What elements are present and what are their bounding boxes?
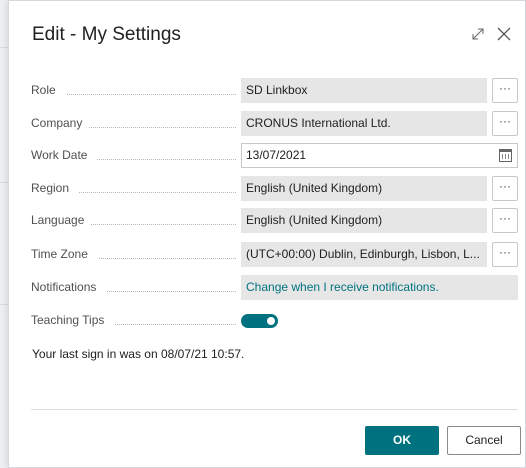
- footer-divider: [31, 409, 518, 410]
- toggle-knob: [267, 317, 275, 325]
- notifications-link[interactable]: Change when I receive notifications.: [241, 275, 518, 300]
- teaching-tips-leader: [115, 324, 236, 325]
- teaching-tips-row: Teaching Tips: [31, 308, 519, 333]
- work-date-row: Work Date 13/07/2021: [31, 143, 519, 168]
- last-sign-in-text: Your last sign in was on 08/07/21 10:57.: [32, 347, 245, 361]
- teaching-tips-toggle[interactable]: [241, 314, 278, 328]
- region-row: Region English (United Kingdom) ···: [31, 176, 519, 201]
- role-row: Role SD Linkbox ···: [31, 78, 519, 103]
- language-label: Language: [31, 213, 85, 227]
- region-field[interactable]: English (United Kingdom): [241, 176, 487, 201]
- region-leader: [79, 192, 236, 193]
- expand-icon[interactable]: [469, 25, 487, 43]
- company-row: Company CRONUS International Ltd. ···: [31, 111, 519, 136]
- language-field[interactable]: English (United Kingdom): [241, 208, 487, 233]
- language-row: Language English (United Kingdom) ···: [31, 208, 519, 233]
- region-more-button[interactable]: ···: [492, 176, 518, 201]
- teaching-tips-label: Teaching Tips: [31, 313, 105, 327]
- region-label: Region: [31, 181, 70, 195]
- time-zone-more-button[interactable]: ···: [492, 242, 518, 267]
- language-leader: [91, 224, 236, 225]
- company-leader: [89, 127, 236, 128]
- notifications-leader: [107, 291, 236, 292]
- role-more-button[interactable]: ···: [492, 78, 518, 103]
- time-zone-label: Time Zone: [31, 247, 88, 261]
- notifications-row: Notifications Change when I receive noti…: [31, 275, 519, 300]
- role-leader: [67, 94, 236, 95]
- work-date-input[interactable]: 13/07/2021: [241, 143, 518, 168]
- work-date-value: 13/07/2021: [246, 148, 307, 162]
- settings-dialog: Edit - My Settings Role SD Linkbox ··· C…: [8, 0, 526, 468]
- language-more-button[interactable]: ···: [492, 208, 518, 233]
- time-zone-field[interactable]: (UTC+00:00) Dublin, Edinburgh, Lisbon, L…: [241, 242, 487, 267]
- time-zone-leader: [99, 258, 236, 259]
- close-icon[interactable]: [495, 25, 513, 43]
- dialog-title: Edit - My Settings: [32, 24, 181, 45]
- company-label: Company: [31, 116, 83, 130]
- calendar-icon[interactable]: [499, 149, 512, 162]
- company-field[interactable]: CRONUS International Ltd.: [241, 111, 487, 136]
- company-more-button[interactable]: ···: [492, 111, 518, 136]
- work-date-leader: [97, 159, 236, 160]
- work-date-label: Work Date: [31, 148, 88, 162]
- role-label: Role: [31, 83, 56, 97]
- time-zone-row: Time Zone (UTC+00:00) Dublin, Edinburgh,…: [31, 242, 519, 267]
- notifications-label: Notifications: [31, 280, 97, 294]
- role-field[interactable]: SD Linkbox: [241, 78, 487, 103]
- cancel-button[interactable]: Cancel: [447, 426, 521, 455]
- ok-button[interactable]: OK: [365, 426, 439, 455]
